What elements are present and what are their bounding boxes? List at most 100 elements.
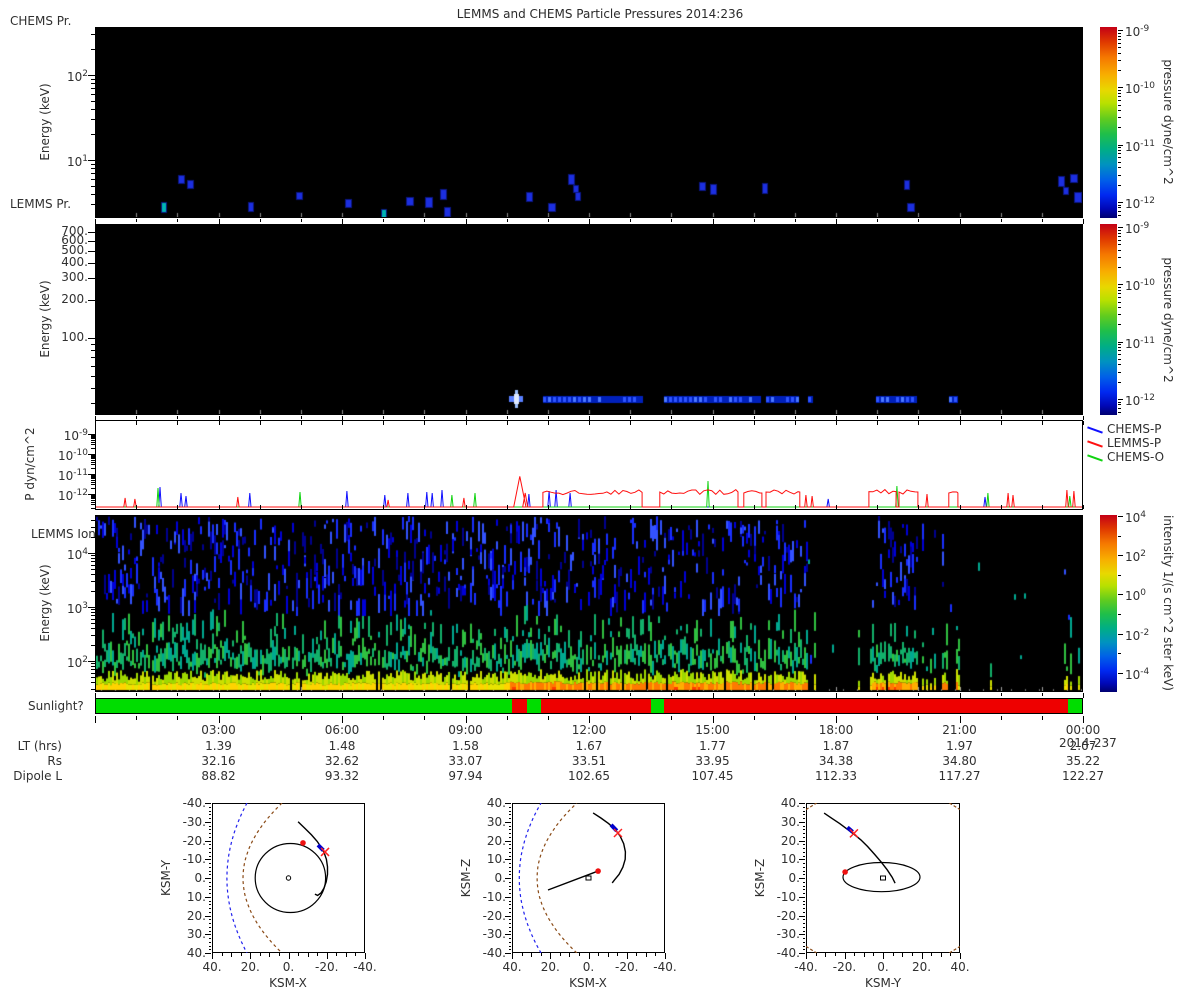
red-dot-marker: [842, 869, 848, 875]
axis-tick: [671, 416, 672, 419]
axis-tick: [795, 416, 796, 419]
axis-tick: [548, 716, 549, 720]
axis-tick: [279, 953, 280, 956]
axis-tick: [424, 716, 425, 720]
axis-tick: [1118, 359, 1121, 360]
axis-tick: [1118, 175, 1121, 176]
axis-tick: [208, 931, 211, 932]
dipole-value: 97.94: [448, 769, 483, 783]
axis-tick: [177, 219, 178, 222]
axis-tick: [802, 826, 805, 827]
axis-tick: [136, 716, 137, 720]
axis-tick: [1118, 87, 1123, 88]
axis-tick: [91, 488, 95, 489]
axis-tick: [301, 219, 302, 222]
axis-tick: [219, 693, 220, 698]
tick-label: 10-10: [58, 448, 88, 463]
axis-tick: [1118, 53, 1121, 54]
axis-tick: [260, 416, 261, 419]
rs-value: 35.22: [1065, 754, 1101, 768]
axis-tick: [1118, 105, 1121, 106]
intensity-colorbar: [1100, 515, 1117, 692]
colorbar-tick-label: 10-10: [1125, 81, 1155, 96]
axis-tick: [627, 953, 628, 959]
axis-tick: [208, 912, 211, 913]
axis-tick: [802, 837, 805, 838]
axis-tick: [1118, 347, 1121, 348]
axis-tick: [301, 416, 302, 419]
axis-tick: [508, 874, 511, 875]
axis-tick: [550, 953, 551, 959]
axis-tick: [91, 574, 95, 575]
axis-tick: [355, 953, 356, 956]
axis-tick: [508, 818, 511, 819]
axis-tick: [802, 833, 805, 834]
axis-tick: [1118, 412, 1121, 413]
orbit-y-tick-label: -40.: [776, 946, 800, 960]
axis-tick: [1118, 673, 1123, 674]
corner-dash: [806, 803, 817, 811]
colorbar-tick-label: 10-11: [1125, 336, 1155, 351]
axis-tick: [1118, 290, 1121, 291]
current-position-x-marker: [849, 828, 859, 838]
colorbar-tick-label: 10-9: [1125, 221, 1150, 236]
lt-value: 1.67: [575, 739, 603, 753]
axis-tick: [208, 867, 211, 868]
orbit-y-tick-label: 40.: [186, 946, 206, 960]
axis-tick: [342, 219, 343, 224]
axis-tick: [1118, 575, 1121, 576]
axis-tick: [91, 477, 95, 478]
axis-tick: [1118, 634, 1123, 635]
axis-tick: [507, 219, 508, 222]
orbit-x-tick-label: 0.: [582, 960, 595, 974]
axis-tick: [208, 833, 211, 834]
axis-tick: [342, 505, 343, 509]
axis-tick: [91, 615, 95, 616]
axis-tick: [835, 953, 836, 956]
axis-tick: [91, 666, 95, 667]
axis-tick: [1042, 505, 1043, 509]
axis-tick: [836, 219, 837, 224]
axis-tick: [208, 923, 211, 924]
axis-tick: [208, 927, 211, 928]
axis-tick: [1118, 350, 1121, 351]
axis-tick: [541, 953, 542, 956]
axis-tick: [589, 505, 590, 509]
tick-label: 400.: [61, 255, 88, 269]
colorbar-tick-label: 10-12: [1125, 196, 1155, 211]
axis-tick: [1118, 157, 1121, 158]
axis-tick: [91, 94, 95, 95]
orbit-y-tick-label: -10.: [776, 889, 800, 904]
rs-value: 32.16: [201, 754, 236, 768]
orbit-y-tick-label: 40.: [486, 796, 506, 810]
axis-tick: [1118, 162, 1121, 163]
axis-tick: [1118, 293, 1121, 294]
figure-root: LEMMS and CHEMS Particle Pressures 2014:…: [0, 0, 1200, 1000]
axis-tick: [219, 505, 220, 509]
axis-tick: [507, 716, 508, 720]
axis-tick: [91, 645, 95, 646]
orbit-y-tick-label: 20.: [486, 833, 506, 848]
axis-tick: [1083, 219, 1084, 224]
axis-tick: [1118, 147, 1121, 148]
rs-value: 33.95: [695, 754, 730, 768]
axis-tick: [219, 716, 220, 723]
axis-tick: [177, 416, 178, 419]
axis-tick: [241, 953, 242, 956]
axis-tick: [671, 421, 672, 425]
sunlight-segment: [96, 699, 512, 713]
axis-tick: [342, 416, 343, 420]
axis-tick: [91, 119, 95, 120]
axis-tick: [1118, 36, 1121, 37]
axis-tick: [1118, 257, 1121, 258]
axis-tick: [91, 682, 95, 683]
tick-label: 102: [66, 69, 88, 84]
orbit-y-tick-label: -30.: [482, 927, 506, 942]
axis-tick: [902, 953, 903, 957]
axis-tick: [1118, 33, 1121, 34]
time-tick-label: 00:00: [1065, 723, 1101, 737]
axis-tick: [671, 693, 672, 696]
axis-tick: [802, 904, 805, 905]
axis-tick: [960, 421, 961, 425]
axis-tick: [136, 693, 137, 696]
